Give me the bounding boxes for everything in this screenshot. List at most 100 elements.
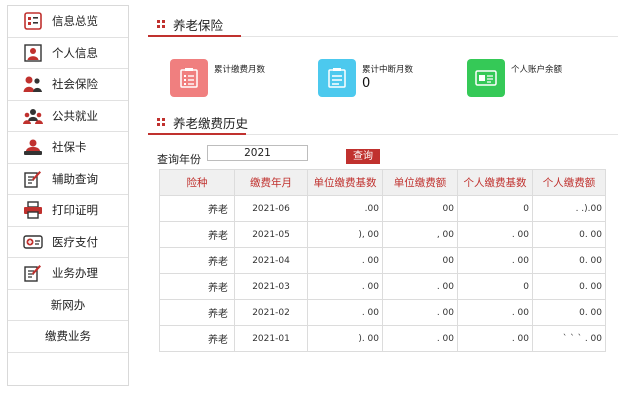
section-underline [148,133,246,135]
cell-payment-month: 2021-02 [234,299,308,326]
section-underline [148,35,241,37]
cell-personal-base: 0 [457,195,533,222]
cell-personal-base: . 00 [457,299,533,326]
section-title: 养老缴费历史 [173,116,249,131]
team-icon [22,106,44,126]
sidebar-item-label: 医疗支付 [52,234,98,249]
cell-personal-amount: ` ` ` . 00 [532,325,606,352]
payment-history-table: 险种 缴费年月 单位缴费基数 单位缴费额 个人缴费基数 个人缴费额 养老 202… [159,169,606,352]
edit-icon [22,263,44,283]
cell-personal-amount: . .).00 [532,195,606,222]
section-dots-icon [157,20,165,28]
cell-unit-amount: . 00 [382,273,458,300]
cell-personal-base: . 00 [457,221,533,248]
column-header-unit-amount: 单位缴费额 [382,169,458,196]
info-overview-icon [22,11,44,31]
cell-personal-base: . 00 [457,325,533,352]
sidebar-item-label: 业务办理 [52,266,98,281]
sidebar-item-auxiliary-query[interactable]: 辅助查询 [8,164,128,195]
sidebar-item-payment-business[interactable]: 缴费业务 [8,321,128,353]
table-row: 养老 2021-05 ), 00 , 00 . 00 0. 00 [159,221,606,248]
cell-personal-amount: 0. 00 [532,299,606,326]
section-title: 养老保险 [173,18,224,33]
sidebar-item-label: 新网办 [50,297,86,312]
cell-personal-amount: 0. 00 [532,273,606,300]
people-icon [22,74,44,94]
medical-card-icon [22,232,44,252]
cell-insurance-type: 养老 [159,247,235,274]
stat-label: 累计缴费月数 [214,65,266,75]
stat-value: 0 [362,76,371,91]
printer-icon [22,200,44,220]
cell-personal-amount: 0. 00 [532,221,606,248]
sidebar: 信息总览 个人信息 社会保险 公共就业 社保卡 辅助查询 打印证明 医疗支付 业… [7,5,129,386]
sidebar-item-label: 信息总览 [52,14,98,29]
cell-personal-amount: 0. 00 [532,247,606,274]
sidebar-item-info-overview[interactable]: 信息总览 [8,6,128,38]
table-row: 养老 2021-02 . 00 . 00 . 00 0. 00 [159,299,606,326]
query-year-label: 查询年份 [157,153,201,166]
cell-unit-base: ), 00 [307,221,383,248]
cell-unit-base: .00 [307,195,383,222]
sidebar-item-label: 辅助查询 [52,171,98,186]
column-header-payment-month: 缴费年月 [234,169,308,196]
id-card-icon [22,137,44,157]
stat-label: 累计中断月数 [362,65,414,75]
document-list-icon [170,59,208,97]
sidebar-item-new-online-office[interactable]: 新网办 [8,290,128,321]
cell-payment-month: 2021-04 [234,247,308,274]
cell-unit-amount: . 00 [382,299,458,326]
sidebar-item-label: 社保卡 [52,140,87,155]
section-dots-icon [157,118,165,126]
column-header-personal-base: 个人缴费基数 [457,169,533,196]
sidebar-item-public-employment[interactable]: 公共就业 [8,101,128,132]
table-header-row: 险种 缴费年月 单位缴费基数 单位缴费额 个人缴费基数 个人缴费额 [159,169,606,196]
column-header-unit-base: 单位缴费基数 [307,169,383,196]
account-card-icon [467,59,505,97]
sidebar-item-label: 个人信息 [52,45,98,60]
stat-label: 个人账户余额 [511,65,563,75]
cell-unit-base: . 00 [307,299,383,326]
query-year-input[interactable] [207,145,308,161]
sidebar-item-medical-payment[interactable]: 医疗支付 [8,227,128,258]
cell-personal-base: 0 [457,273,533,300]
cell-payment-month: 2021-03 [234,273,308,300]
query-button[interactable]: 查询 [346,149,380,164]
table-row: 养老 2021-06 .00 00 0 . .).00 [159,195,606,222]
document-list-icon [318,59,356,97]
sidebar-item-label: 社会保险 [52,77,98,92]
history-section-header: 养老缴费历史 [148,107,618,135]
sidebar-item-label: 打印证明 [52,203,98,218]
sidebar-item-social-card[interactable]: 社保卡 [8,132,128,164]
table-row: 养老 2021-01 ). 00 . 00 . 00 ` ` ` . 00 [159,325,606,352]
cell-insurance-type: 养老 [159,221,235,248]
cell-unit-base: ). 00 [307,325,383,352]
sidebar-item-label: 缴费业务 [45,329,91,344]
edit-icon [22,169,44,189]
cell-unit-amount: 00 [382,195,458,222]
sidebar-item-social-insurance[interactable]: 社会保险 [8,69,128,101]
cell-personal-base: . 00 [457,247,533,274]
cell-unit-amount: 00 [382,247,458,274]
cell-insurance-type: 养老 [159,273,235,300]
column-header-insurance-type: 险种 [159,169,235,196]
cell-insurance-type: 养老 [159,195,235,222]
cell-payment-month: 2021-05 [234,221,308,248]
cell-unit-amount: , 00 [382,221,458,248]
sidebar-item-label: 公共就业 [52,108,98,123]
cell-unit-base: . 00 [307,247,383,274]
sidebar-item-personal-info[interactable]: 个人信息 [8,38,128,69]
cell-payment-month: 2021-01 [234,325,308,352]
cell-unit-amount: . 00 [382,325,458,352]
insurance-section-header: 养老保险 [148,9,618,37]
cell-payment-month: 2021-06 [234,195,308,222]
cell-insurance-type: 养老 [159,299,235,326]
sidebar-item-business-handling[interactable]: 业务办理 [8,258,128,290]
table-row: 养老 2021-04 . 00 00 . 00 0. 00 [159,247,606,274]
cell-unit-base: . 00 [307,273,383,300]
table-row: 养老 2021-03 . 00 . 00 0 0. 00 [159,273,606,300]
column-header-personal-amount: 个人缴费额 [532,169,606,196]
cell-insurance-type: 养老 [159,325,235,352]
person-icon [22,43,44,63]
sidebar-item-print-certificate[interactable]: 打印证明 [8,195,128,227]
